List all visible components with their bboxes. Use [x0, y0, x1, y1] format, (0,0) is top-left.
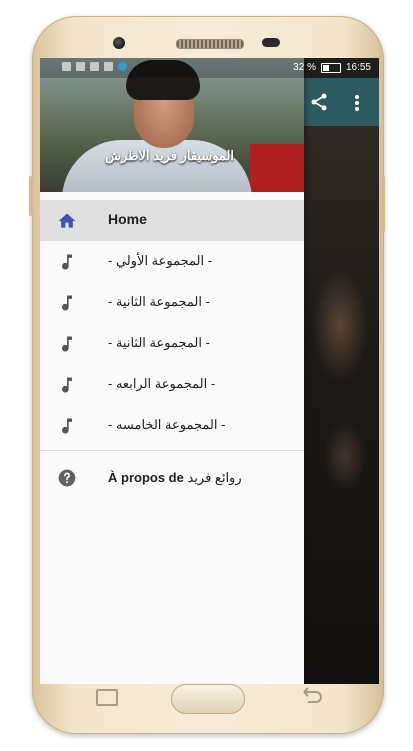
- drawer-header: الموسيقار فريد الاطرش: [40, 58, 304, 192]
- home-icon: [58, 213, 76, 228]
- front-camera: [113, 37, 125, 49]
- volume-button: [29, 176, 33, 216]
- drawer-item-group-3[interactable]: - المجموعة الثانية -: [40, 323, 304, 364]
- drawer-item-label: - المجموعة الخامسه -: [108, 417, 226, 432]
- drawer-item-group-5[interactable]: - المجموعة الخامسه -: [40, 405, 304, 446]
- about-app-name: روائع فريد: [187, 470, 242, 485]
- drawer-item-label: - المجموعة الثانية -: [108, 335, 210, 350]
- earpiece-speaker: [176, 39, 244, 49]
- notification-icon: [118, 62, 127, 71]
- more-vert-icon[interactable]: [352, 94, 362, 112]
- signal-icon: [62, 62, 71, 71]
- header-photo-background: [250, 144, 304, 192]
- home-key[interactable]: [171, 684, 245, 714]
- drawer-item-label: Home: [108, 211, 147, 227]
- help-icon: [58, 469, 76, 487]
- phone-screen: 32 % 16:55 الموسيقار فريد الاطرش Home - …: [40, 58, 379, 684]
- drawer-header-title: الموسيقار فريد الاطرش: [105, 148, 234, 163]
- drawer-item-about[interactable]: À propos de روائع فريد: [40, 458, 304, 498]
- drawer-item-group-1[interactable]: - المجموعة الأولي -: [40, 241, 304, 282]
- music-note-icon: [62, 295, 72, 311]
- status-right: 32 % 16:55: [293, 62, 371, 73]
- proximity-sensor: [262, 38, 280, 47]
- drawer-menu: Home - المجموعة الأولي - - المجموعة الثا…: [40, 200, 304, 446]
- drawer-item-home[interactable]: Home: [40, 200, 304, 241]
- status-bar: 32 % 16:55: [40, 58, 379, 78]
- drawer-item-label: - المجموعة الثانية -: [108, 294, 210, 309]
- drawer-item-label: - المجموعة الرابعه -: [108, 376, 216, 391]
- back-key-icon[interactable]: [300, 686, 324, 704]
- music-note-icon: [62, 336, 72, 352]
- about-prefix: À propos de: [108, 470, 184, 485]
- drawer-divider: [40, 450, 304, 451]
- share-icon[interactable]: [308, 92, 330, 112]
- about-label: À propos de روائع فريد: [108, 470, 242, 486]
- music-note-icon: [62, 377, 72, 393]
- clock: 16:55: [345, 62, 371, 73]
- notification-icon: [76, 62, 85, 71]
- notification-icon: [104, 62, 113, 71]
- music-note-icon: [62, 254, 72, 270]
- music-note-icon: [62, 418, 72, 434]
- recent-apps-key[interactable]: [96, 689, 118, 706]
- notification-icon: [90, 62, 99, 71]
- drawer-item-label: - المجموعة الأولي -: [108, 253, 213, 268]
- navigation-drawer: الموسيقار فريد الاطرش Home - المجموعة ال…: [40, 58, 304, 684]
- drawer-item-group-4[interactable]: - المجموعة الرابعه -: [40, 364, 304, 405]
- power-button: [381, 176, 385, 232]
- battery-icon: [320, 62, 341, 73]
- drawer-item-group-2[interactable]: - المجموعة الثانية -: [40, 282, 304, 323]
- battery-percent: 32 %: [293, 62, 316, 73]
- notification-icons: [62, 62, 127, 71]
